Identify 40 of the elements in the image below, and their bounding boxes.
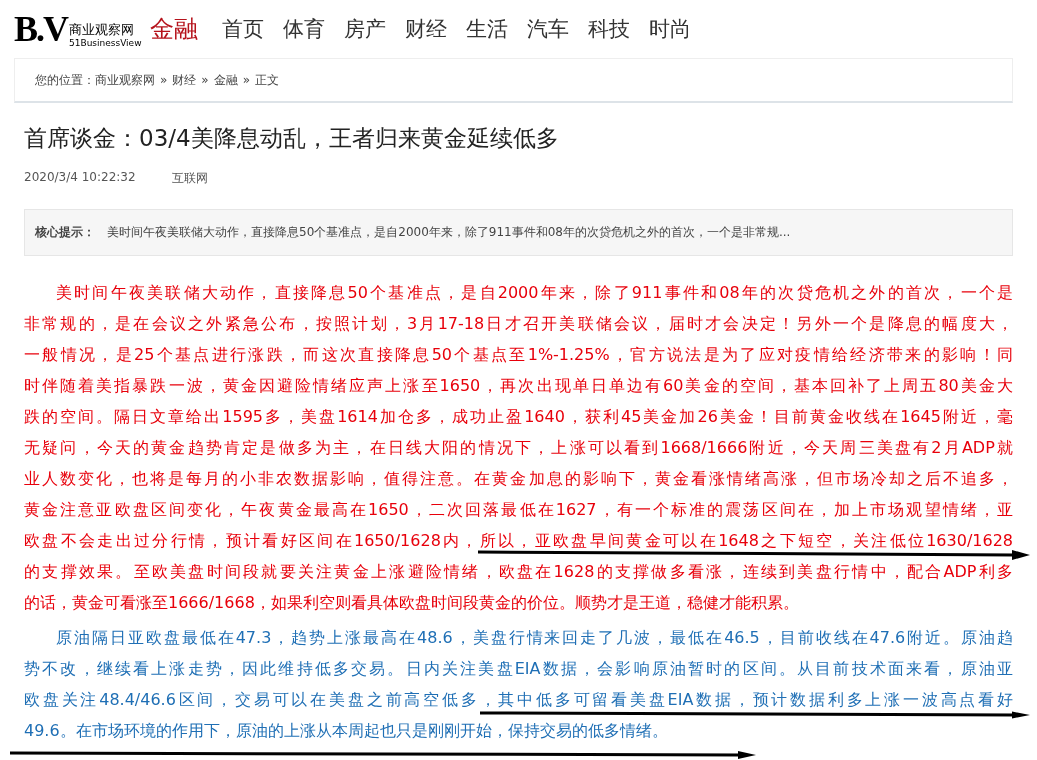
article-text-line: 欧盘关注48.4/46.6区间，交易可以在美盘之前高空低多，其中低多可留看美盘EIA数据，预计数据利多上涨一波高点看好: [24, 690, 1013, 710]
article-text-line: 一般情况，是25个基点进行涨跌，而这次直接降息50个基点至1%-1.25%，官方说法是为了应对疫情给经济带来的影响！同: [24, 345, 1013, 365]
breadcrumb-label: 您的位置：: [35, 71, 95, 89]
article-text-line: 势不改，继续看上涨走势，因此维持低多交易。日内关注美盘EIA数据，会影响原油暂时的区间。从目前技术面来看，原油亚: [24, 659, 1013, 679]
article-text-line: 跌的空间。隔日文章给出1595多，美盘1614加仓多，成功止盈1640，获利45美金加26美金！目前黄金收线在1645附近，毫: [24, 407, 1013, 427]
nav-link[interactable]: 首页: [221, 15, 264, 43]
breadcrumb-link[interactable]: 正文: [255, 71, 280, 89]
article-source: 互联网: [171, 170, 208, 187]
article-text-line: 非常规的，是在会议之外紧急公布，按照计划，3月17-18日才召开美联储会议，届时才会决定！另外一个是降息的幅度大，: [24, 314, 1013, 334]
breadcrumb-separator: »: [201, 73, 209, 87]
article-text-line: 49.6。在市场环境的作用下，原油的上涨从本周起也只是刚刚开始，保持交易的低多情绪。: [24, 721, 669, 741]
summary-label: 核心提示：: [35, 224, 95, 241]
nav-link[interactable]: 财经: [404, 15, 447, 43]
article-text-line: 时伴随着美指暴跌一波，黄金因避险情绪应声上涨至1650，再次出现单日单边有60美金的空间，基本回补了上周五80美金大: [24, 376, 1013, 396]
nav-link[interactable]: 体育: [282, 15, 325, 43]
article-text-line: 的话，黄金可看涨至1666/1668，如果利空则看具体欧盘时间段黄金的价位。顺势才是王道，稳健才能积累。: [24, 593, 800, 613]
nav-link[interactable]: 房产: [343, 15, 386, 43]
site-name: 商业观察网: [69, 22, 135, 37]
nav-link[interactable]: 汽车: [526, 15, 569, 43]
breadcrumb-link[interactable]: 商业观察网: [95, 71, 155, 89]
article-date: 2020/3/4 10:22:32: [24, 170, 136, 186]
nav-link[interactable]: 生活: [465, 15, 508, 43]
article-text-line: 美时间午夜美联储大动作，直接降息50个基准点，是自2000年来，除了911事件和08年的次贷危机之外的首次，一个是: [55, 283, 1013, 303]
article-text-line: 黄金注意亚欧盘区间变化，午夜黄金最高在1650，二次回落最低在1627，有一个标准的震荡区间在，加上市场观望情绪，亚: [24, 500, 1013, 520]
section-title: 金融: [149, 14, 198, 45]
site-subtitle: 51BusinessView: [69, 37, 142, 49]
breadcrumb-link[interactable]: 金融: [213, 71, 238, 89]
article-text-line: 的支撑效果。至欧美盘时间段就要关注黄金上涨避险情绪，欧盘在1628的支撑做多看涨，连续到美盘行情中，配合ADP利多: [24, 562, 1013, 582]
article-text-line: 欧盘不会走出过分行情，预计看好区间在1650/1628内，所以，亚欧盘早间黄金可以在1648之下短空，关注低位1630/1628: [24, 531, 1013, 551]
article-text-line: 业人数变化，也将是每月的小非农数据影响，值得注意。在黄金加息的影响下，黄金看涨情绪高涨，但市场冷却之后不追多，: [24, 469, 1013, 489]
breadcrumb-link[interactable]: 财经: [172, 71, 197, 89]
article-text-line: 原油隔日亚欧盘最低在47.3，趋势上涨最高在48.6，美盘行情来回走了几波，最低在46.5，目前收线在47.6附近。原油趋: [55, 628, 1013, 648]
article-title: 首席谈金：03/4美降息动乱，王者归来黄金延续低多: [24, 124, 560, 153]
breadcrumb-separator: »: [242, 73, 251, 87]
article-text-line: 无疑问，今天的黄金趋势肯定是做多为主，在日线大阳的情况下，上涨可以看到1668/1666附近，今天周三美盘有2月ADP就: [24, 438, 1013, 458]
nav-link[interactable]: 时尚: [648, 15, 691, 43]
logo-mark[interactable]: B.V: [14, 9, 67, 49]
nav-link[interactable]: 科技: [587, 15, 630, 43]
breadcrumb-separator: »: [160, 73, 168, 87]
summary-text: 美时间午夜美联储大动作，直接降息50个基准点，是自2000年来，除了911事件和08年的次贷危机之外的首次，一个是非常规...: [107, 224, 791, 241]
